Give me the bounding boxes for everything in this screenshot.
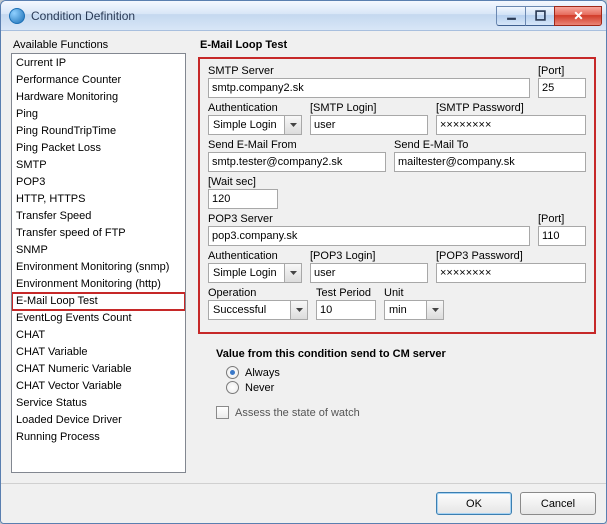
smtp-auth-value: Simple Login <box>213 119 277 131</box>
assess-label: Assess the state of watch <box>235 407 360 419</box>
list-item[interactable]: Environment Monitoring (snmp) <box>12 259 185 276</box>
assess-row[interactable]: Assess the state of watch <box>216 406 588 419</box>
send-from-label: Send E-Mail From <box>208 139 386 151</box>
send-to-server-group: Value from this condition send to CM ser… <box>198 348 596 419</box>
list-item[interactable]: SMTP <box>12 157 185 174</box>
unit-combo[interactable]: min <box>384 300 444 320</box>
list-item[interactable]: Hardware Monitoring <box>12 89 185 106</box>
window-buttons <box>497 6 602 26</box>
titlebar: Condition Definition <box>1 1 606 31</box>
chevron-down-icon <box>284 116 301 134</box>
settings-group: SMTP Server [Port] Authentication Simple… <box>198 57 596 334</box>
list-item[interactable]: Ping Packet Loss <box>12 140 185 157</box>
dialog-window: Condition Definition Available Functions… <box>0 0 607 524</box>
pop3-server-label: POP3 Server <box>208 213 530 225</box>
send-to-label: Send E-Mail To <box>394 139 586 151</box>
list-item[interactable]: CHAT <box>12 327 185 344</box>
send-to-input[interactable] <box>394 152 586 172</box>
operation-combo[interactable]: Successful <box>208 300 308 320</box>
list-item[interactable]: Ping RoundTripTime <box>12 123 185 140</box>
unit-label: Unit <box>384 287 444 299</box>
list-item[interactable]: Service Status <box>12 395 185 412</box>
list-item[interactable]: Current IP <box>12 55 185 72</box>
dialog-footer: OK Cancel <box>1 483 606 523</box>
test-period-input[interactable] <box>316 300 376 320</box>
assess-checkbox[interactable] <box>216 406 229 419</box>
smtp-server-label: SMTP Server <box>208 65 530 77</box>
chevron-down-icon <box>290 301 307 319</box>
smtp-port-input[interactable] <box>538 78 586 98</box>
radio-never[interactable] <box>226 381 239 394</box>
list-item[interactable]: HTTP, HTTPS <box>12 191 185 208</box>
pop3-port-label: [Port] <box>538 213 586 225</box>
chevron-down-icon <box>284 264 301 282</box>
list-item[interactable]: CHAT Vector Variable <box>12 378 185 395</box>
list-item[interactable]: Running Process <box>12 429 185 446</box>
available-functions-list[interactable]: Current IPPerformance CounterHardware Mo… <box>11 53 186 473</box>
list-item[interactable]: EventLog Events Count <box>12 310 185 327</box>
list-item[interactable]: Loaded Device Driver <box>12 412 185 429</box>
test-period-label: Test Period <box>316 287 376 299</box>
close-button[interactable] <box>554 6 602 26</box>
cancel-button[interactable]: Cancel <box>520 492 596 515</box>
smtp-server-input[interactable] <box>208 78 530 98</box>
operation-value: Successful <box>213 304 266 316</box>
radio-always[interactable] <box>226 366 239 379</box>
chevron-down-icon <box>426 301 443 319</box>
wait-sec-label: [Wait sec] <box>208 176 278 188</box>
unit-value: min <box>389 304 407 316</box>
minimize-button[interactable] <box>496 6 526 26</box>
available-functions-label: Available Functions <box>13 39 186 51</box>
pop3-login-label: [POP3 Login] <box>310 250 428 262</box>
right-panel: E-Mail Loop Test SMTP Server [Port] Auth… <box>198 39 596 473</box>
pop3-password-label: [POP3 Password] <box>436 250 586 262</box>
send-to-server-title: Value from this condition send to CM ser… <box>216 348 588 360</box>
radio-always-label: Always <box>245 367 280 379</box>
list-item[interactable]: Transfer speed of FTP <box>12 225 185 242</box>
smtp-login-input[interactable] <box>310 115 428 135</box>
smtp-auth-label: Authentication <box>208 102 302 114</box>
smtp-password-input[interactable] <box>436 115 586 135</box>
ok-button[interactable]: OK <box>436 492 512 515</box>
pop3-password-input[interactable] <box>436 263 586 283</box>
list-item[interactable]: Environment Monitoring (http) <box>12 276 185 293</box>
wait-sec-input[interactable] <box>208 189 278 209</box>
pop3-login-input[interactable] <box>310 263 428 283</box>
dialog-body: Available Functions Current IPPerformanc… <box>1 31 606 483</box>
list-item[interactable]: POP3 <box>12 174 185 191</box>
pop3-server-input[interactable] <box>208 226 530 246</box>
radio-never-label: Never <box>245 382 274 394</box>
smtp-login-label: [SMTP Login] <box>310 102 428 114</box>
window-title: Condition Definition <box>31 9 497 23</box>
pop3-auth-value: Simple Login <box>213 267 277 279</box>
radio-always-row[interactable]: Always <box>226 366 588 379</box>
list-item[interactable]: CHAT Variable <box>12 344 185 361</box>
list-item[interactable]: SNMP <box>12 242 185 259</box>
list-item[interactable]: Ping <box>12 106 185 123</box>
left-panel: Available Functions Current IPPerformanc… <box>11 39 186 473</box>
radio-never-row[interactable]: Never <box>226 381 588 394</box>
smtp-auth-combo[interactable]: Simple Login <box>208 115 302 135</box>
pop3-auth-label: Authentication <box>208 250 302 262</box>
list-item[interactable]: Performance Counter <box>12 72 185 89</box>
panel-title: E-Mail Loop Test <box>200 39 596 51</box>
smtp-password-label: [SMTP Password] <box>436 102 586 114</box>
send-from-input[interactable] <box>208 152 386 172</box>
maximize-button[interactable] <box>525 6 555 26</box>
list-item[interactable]: E-Mail Loop Test <box>12 293 185 310</box>
pop3-auth-combo[interactable]: Simple Login <box>208 263 302 283</box>
app-icon <box>9 8 25 24</box>
operation-label: Operation <box>208 287 308 299</box>
pop3-port-input[interactable] <box>538 226 586 246</box>
list-item[interactable]: Transfer Speed <box>12 208 185 225</box>
smtp-port-label: [Port] <box>538 65 586 77</box>
list-item[interactable]: CHAT Numeric Variable <box>12 361 185 378</box>
